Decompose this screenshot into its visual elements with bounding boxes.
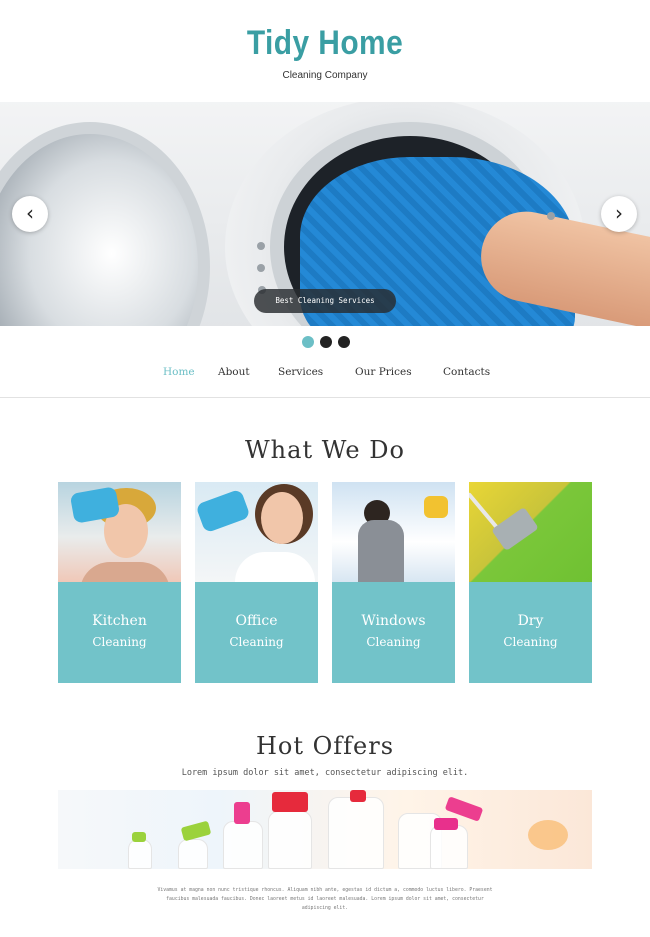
service-card-kitchen[interactable]: Kitchen Cleaning	[58, 482, 181, 683]
chevron-left-icon: ‹	[26, 201, 34, 225]
nav-item-our-prices[interactable]: Our Prices	[355, 366, 412, 378]
nav-item-about[interactable]: About	[218, 366, 250, 378]
service-image-kitchen	[58, 482, 181, 582]
shoulders	[80, 562, 170, 582]
washer-hole	[547, 212, 555, 220]
nav-divider	[0, 397, 650, 398]
bottle-cap	[434, 818, 458, 830]
face	[261, 492, 303, 544]
nav-item-home[interactable]: Home	[163, 366, 195, 378]
bottle-cap	[272, 792, 308, 812]
bottle	[128, 839, 152, 869]
service-card-subtitle: Cleaning	[92, 635, 147, 649]
slider-dot-1[interactable]	[302, 336, 314, 348]
offers-body-text: Vivamus at magna non nunc tristique rhon…	[157, 888, 493, 911]
spray-trigger	[234, 802, 250, 824]
bottle	[178, 839, 208, 869]
nav-item-contacts[interactable]: Contacts	[443, 366, 490, 378]
service-card-title: Windows	[361, 613, 426, 629]
service-card-subtitle: Cleaning	[366, 635, 421, 649]
bottle	[430, 825, 468, 869]
offers-banner	[58, 790, 592, 869]
shirt	[358, 520, 404, 582]
chevron-right-icon: ›	[615, 201, 623, 225]
slider-dot-3[interactable]	[338, 336, 350, 348]
service-card-windows[interactable]: Windows Cleaning	[332, 482, 455, 683]
slider-pagination	[302, 336, 350, 348]
bottle	[268, 811, 312, 869]
bottle	[328, 797, 384, 869]
bottle-cap	[350, 790, 366, 802]
yellow-cloth	[424, 496, 448, 518]
service-card-title: Kitchen	[92, 613, 147, 629]
service-image-dry	[469, 482, 592, 582]
shirt	[235, 552, 315, 582]
main-nav: Home About Services Our Prices Contacts	[0, 360, 650, 386]
offers-title: Hot Offers	[255, 732, 395, 760]
bottle-cap	[132, 832, 146, 842]
bottle	[223, 821, 263, 869]
vacuum-pipe	[469, 492, 500, 530]
site-tagline: Cleaning Company	[282, 70, 368, 81]
service-card-dry[interactable]: Dry Cleaning	[469, 482, 592, 683]
service-card-subtitle: Cleaning	[229, 635, 284, 649]
service-card-office[interactable]: Office Cleaning	[195, 482, 318, 683]
washer-hole	[257, 242, 265, 250]
site-logo[interactable]: Tidy Home	[39, 24, 611, 63]
washer-hole	[257, 264, 265, 272]
slider-next-button[interactable]: ›	[601, 196, 637, 232]
offers-subtitle: Lorem ipsum dolor sit amet, consectetur …	[181, 768, 469, 778]
nav-item-services[interactable]: Services	[278, 366, 323, 378]
slider-caption[interactable]: Best Cleaning Services	[254, 289, 396, 313]
service-card-subtitle: Cleaning	[503, 635, 558, 649]
blur-orange	[528, 820, 568, 850]
service-image-windows	[332, 482, 455, 582]
services-title: What We Do	[245, 436, 405, 464]
service-image-office	[195, 482, 318, 582]
service-card-title: Dry	[517, 613, 544, 629]
slider-dot-2[interactable]	[320, 336, 332, 348]
site-header: Tidy Home Cleaning Company	[0, 0, 650, 102]
blue-cloth	[195, 488, 251, 534]
vacuum-head	[491, 506, 539, 552]
service-card-title: Office	[235, 613, 278, 629]
slider-prev-button[interactable]: ‹	[12, 196, 48, 232]
